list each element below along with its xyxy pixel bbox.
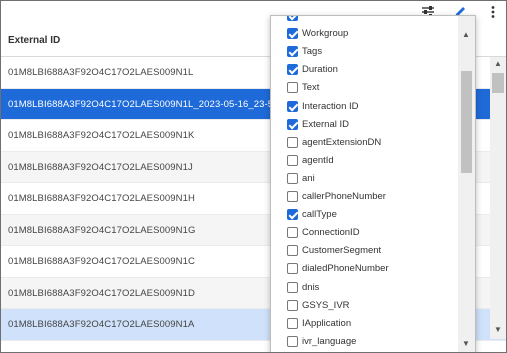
column-option-label: IApplication [302, 317, 352, 329]
external-id-cell: 01M8LBI688A3F92O4C17O2LAES009N1L_2023-05… [8, 98, 279, 110]
table-scrollbar[interactable]: ▲ ▼ [490, 57, 506, 339]
column-option[interactable]: callerPhoneNumber [271, 188, 458, 206]
app-frame: External ID 01M8LBI688A3F92O4C17O2LAES00… [0, 0, 507, 353]
external-id-cell: 01M8LBI688A3F92O4C17O2LAES009N1J [8, 161, 193, 173]
column-checkbox[interactable] [287, 263, 298, 275]
column-option-label: agentId [302, 154, 334, 166]
column-option-label: Tags [302, 46, 323, 58]
column-checkbox[interactable] [287, 191, 298, 202]
column-checkbox[interactable] [287, 227, 298, 239]
column-option[interactable] [271, 16, 458, 25]
column-checkbox[interactable] [287, 209, 298, 221]
table-scroll-thumb[interactable] [492, 73, 504, 93]
column-option-label: callType [302, 209, 337, 221]
column-option[interactable]: CustomerSegment [271, 242, 458, 260]
scroll-down-arrow-icon[interactable]: ▼ [462, 339, 470, 348]
column-checkbox[interactable] [287, 317, 298, 329]
column-checkbox[interactable] [287, 100, 298, 112]
column-checkbox[interactable] [287, 28, 298, 40]
column-chooser-scrollbar[interactable]: ▲ ▼ [458, 16, 475, 352]
external-id-cell: 01M8LBI688A3F92O4C17O2LAES009N1H [8, 193, 195, 204]
column-option-label: ani [302, 172, 315, 184]
external-id-cell: 01M8LBI688A3F92O4C17O2LAES009N1C [8, 256, 195, 267]
column-checkbox[interactable] [287, 245, 298, 257]
column-option-label: GSYS_IVR [302, 299, 350, 311]
external-id-cell: 01M8LBI688A3F92O4C17O2LAES009N1K [8, 130, 195, 141]
column-option-label: Interaction ID [302, 100, 359, 112]
column-option-label: callerPhoneNumber [302, 191, 386, 202]
column-checkbox[interactable] [287, 82, 298, 94]
column-chooser-scroll-thumb[interactable] [461, 71, 472, 173]
column-option-label: Duration [302, 64, 338, 76]
column-checkbox[interactable] [287, 281, 298, 293]
column-option-label: Workgroup [302, 28, 349, 40]
external-id-cell: 01M8LBI688A3F92O4C17O2LAES009N1A [8, 319, 195, 330]
column-option[interactable]: dnis [271, 279, 458, 297]
column-option-label: ivr_language [302, 335, 357, 347]
column-option[interactable]: External ID [271, 116, 458, 134]
column-option-label: External ID [302, 118, 349, 130]
column-checkbox[interactable] [287, 172, 298, 184]
column-checkbox[interactable] [287, 64, 298, 76]
column-option-label: dialedPhoneNumber [302, 263, 389, 275]
external-id-cell: 01M8LBI688A3F92O4C17O2LAES009N1D [8, 287, 195, 299]
more-vertical-icon[interactable] [486, 5, 500, 19]
external-id-cell: 01M8LBI688A3F92O4C17O2LAES009N1L [8, 67, 194, 78]
external-id-cell: 01M8LBI688A3F92O4C17O2LAES009N1G [8, 224, 196, 236]
column-checkbox[interactable] [287, 335, 298, 347]
column-option-label: dnis [302, 281, 320, 293]
column-option[interactable]: dialedPhoneNumber [271, 260, 458, 278]
column-option-label: ConnectionID [302, 227, 360, 239]
column-option[interactable]: ConnectionID [271, 224, 458, 242]
column-option[interactable]: IApplication [271, 315, 458, 333]
column-option[interactable]: ivr_language [271, 333, 458, 351]
column-chooser-dropdown: Workgroup Tags Duration Text Interaction ID E… [270, 15, 476, 352]
column-option[interactable]: GSYS_IVR [271, 297, 458, 315]
column-checkbox[interactable] [287, 46, 298, 58]
column-option[interactable]: Interaction ID [271, 98, 458, 116]
column-checkbox[interactable] [287, 136, 298, 148]
column-option-label: Text [302, 82, 320, 94]
scroll-down-arrow-icon[interactable]: ▼ [494, 325, 502, 334]
column-option[interactable]: Text [271, 79, 458, 97]
column-option-label: agentExtensionDN [302, 136, 382, 148]
column-header-external-id[interactable]: External ID [8, 35, 60, 46]
scroll-up-arrow-icon[interactable]: ▲ [462, 30, 470, 39]
column-option[interactable]: agentExtensionDN [271, 134, 458, 152]
column-checkbox[interactable] [287, 16, 298, 21]
column-option[interactable]: Duration [271, 61, 458, 79]
column-option[interactable]: ani [271, 170, 458, 188]
column-option[interactable]: Workgroup [271, 25, 458, 43]
column-checkbox[interactable] [287, 118, 298, 130]
scroll-up-arrow-icon[interactable]: ▲ [494, 59, 502, 68]
column-option[interactable]: Tags [271, 43, 458, 61]
column-option[interactable]: callType [271, 206, 458, 224]
column-option[interactable]: agentId [271, 152, 458, 170]
column-checkbox[interactable] [287, 299, 298, 311]
column-option-label: CustomerSegment [302, 245, 382, 257]
column-checkbox[interactable] [287, 154, 298, 166]
